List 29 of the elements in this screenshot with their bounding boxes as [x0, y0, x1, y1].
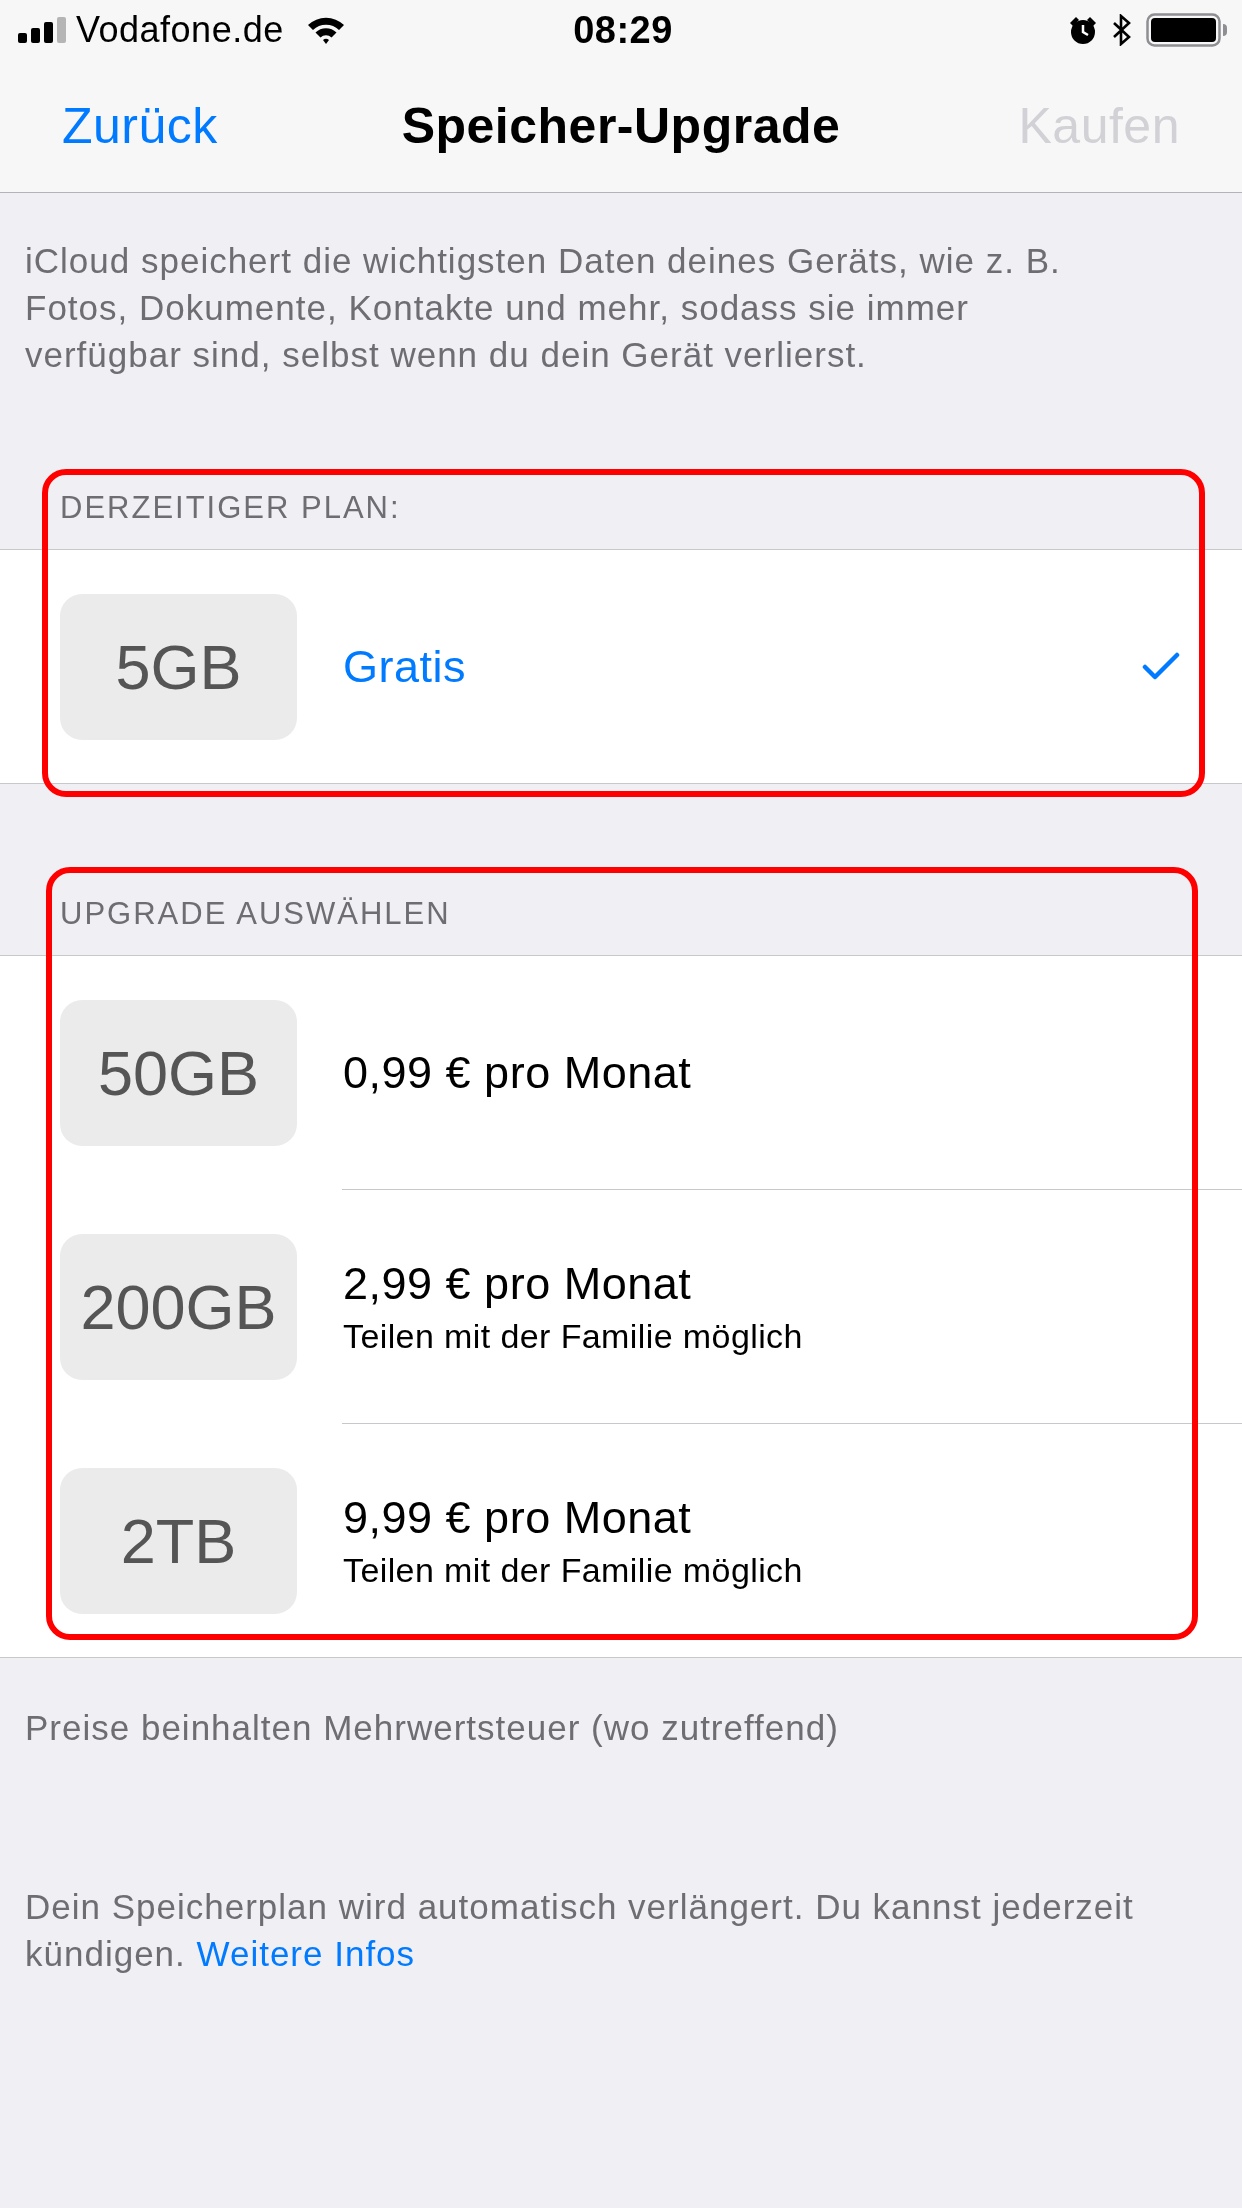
- renewal-note: Dein Speicherplan wird automatisch verlängert. Du kannst jederzeit kündigen. Weitere Infos: [24, 1886, 1135, 1975]
- plan-row[interactable]: 50GB 0,99 € pro Monat: [0, 956, 1242, 1189]
- plan-row[interactable]: 2TB 9,99 € pro Monat Teilen mit der Familie möglich: [0, 1424, 1242, 1657]
- plan-note: Teilen mit der Familie möglich: [343, 1550, 803, 1589]
- plan-row[interactable]: 200GB 2,99 € pro Monat Teilen mit der Familie möglich: [0, 1190, 1242, 1423]
- section-header: DERZEITIGER PLAN:: [60, 490, 401, 525]
- screen-title: Speicher-Upgrade: [401, 97, 841, 155]
- plan-price: 2,99 € pro Monat: [343, 1258, 692, 1309]
- carrier-name: Vodafone.de: [76, 9, 284, 51]
- plan-row[interactable]: 5GB Gratis: [0, 550, 1242, 783]
- description-text: iCloud speichert die wichtigsten Daten deines Geräts, wie z. B. Fotos, Dokumente, Kontakte und mehr, sodass sie immer verfügbar sind, selbst wenn du dein Gerät verlierst.: [24, 240, 1062, 376]
- alarm-clock-icon: [1068, 15, 1098, 45]
- plan-price: Gratis: [343, 641, 466, 692]
- bluetooth-icon: [1112, 14, 1132, 46]
- signal-icon: [18, 17, 66, 43]
- storage-tile: 5GB: [60, 593, 297, 740]
- section-header: UPGRADE AUSWÄHLEN: [60, 896, 451, 931]
- vat-note: Preise beinhalten Mehrwertsteuer (wo zutreffend): [24, 1707, 840, 1749]
- battery-icon: [1146, 13, 1228, 47]
- checkmark-icon: [1142, 652, 1180, 681]
- more-info-link[interactable]: Weitere Infos: [196, 1934, 416, 1973]
- storage-tile: 200GB: [60, 1233, 297, 1380]
- plan-note: Teilen mit der Familie möglich: [343, 1316, 803, 1355]
- back-button[interactable]: Zurück: [62, 97, 218, 155]
- storage-tile: 50GB: [60, 999, 297, 1146]
- status-time: 08:29: [573, 9, 673, 51]
- storage-tile: 2TB: [60, 1467, 297, 1614]
- plan-price: 0,99 € pro Monat: [343, 1047, 692, 1098]
- plan-price: 9,99 € pro Monat: [343, 1492, 692, 1543]
